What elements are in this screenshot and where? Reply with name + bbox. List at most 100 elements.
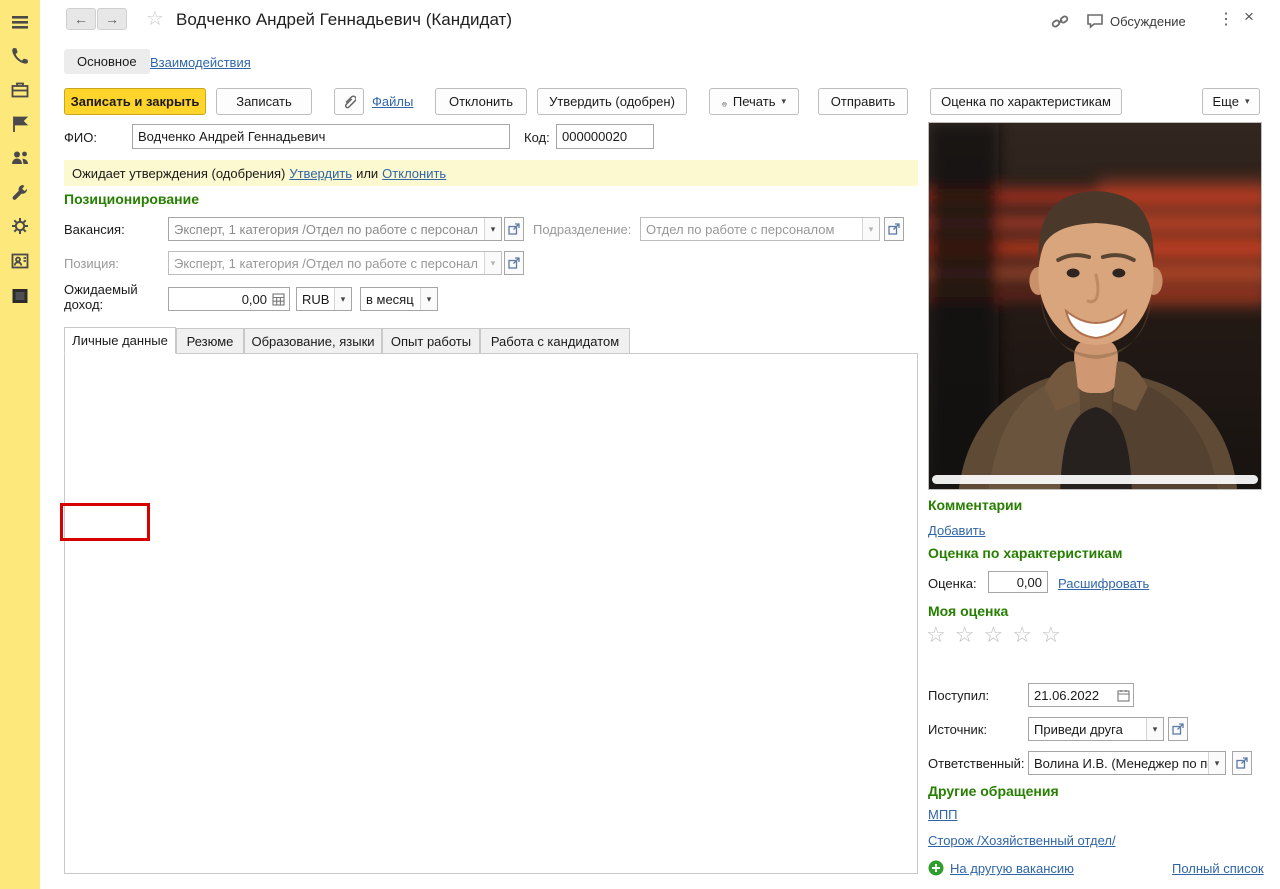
code-input[interactable] [556,124,654,149]
get-link-icon[interactable] [1050,12,1070,32]
tab-interactions[interactable]: Взаимодействия [150,55,251,70]
position-open-button[interactable] [504,251,524,275]
status-or-text: или [356,165,379,181]
reject-button[interactable]: Отклонить [435,88,527,115]
tab-work-with-candidate[interactable]: Работа с кандидатом [480,328,630,354]
period-value: в месяц [366,291,414,307]
position-dropdown-icon: ▾ [484,252,501,274]
source-open-button[interactable] [1168,717,1188,741]
menu-icon[interactable] [10,12,30,32]
approve-label: Утвердить (одобрен) [549,94,675,109]
vacancy-combo[interactable]: Эксперт, 1 категория /Отдел по работе с … [168,217,502,241]
my-rating-title: Моя оценка [928,603,1009,619]
close-icon[interactable]: × [1244,7,1254,27]
responsible-combo[interactable]: Волина И.В. (Менеджер по пер ▾ [1028,751,1226,775]
tab-main-label: Основное [77,54,137,69]
other-vacancy-link[interactable]: На другую вакансию [950,861,1074,876]
rating-star-icon[interactable]: ☆ [983,622,1012,647]
rating-stars: ☆☆☆☆☆ [926,622,1070,648]
save-button[interactable]: Записать [216,88,312,115]
rating-star-icon[interactable]: ☆ [1041,622,1070,647]
source-combo[interactable]: Приведи друга ▾ [1028,717,1164,741]
save-close-button[interactable]: Записать и закрыть [64,88,206,115]
source-label: Источник: [928,722,988,737]
status-reject-link[interactable]: Отклонить [382,166,446,181]
score-label: Оценка: [928,576,977,591]
back-arrow-icon: ← [74,11,88,27]
forward-button[interactable]: → [97,8,127,30]
tab-work-with-candidate-label: Работа с кандидатом [490,333,620,349]
department-dropdown-icon: ▾ [862,218,879,240]
kebab-menu-icon[interactable]: ⋮ [1218,9,1234,29]
reject-label: Отклонить [448,94,514,109]
rating-star-icon[interactable]: ☆ [926,622,955,647]
print-dropdown-icon: ▾ [781,96,786,106]
tab-main[interactable]: Основное [64,49,150,74]
wrench-icon[interactable] [10,182,30,202]
favorite-star-icon[interactable]: ☆ [146,6,164,31]
position-label: Позиция: [64,256,120,271]
other-requests-title: Другие обращения [928,783,1059,799]
add-plus-icon[interactable] [928,860,944,876]
add-comment-link[interactable]: Добавить [928,523,985,538]
tab-education-label: Образование, языки [251,333,375,349]
rating-star-icon[interactable]: ☆ [1012,622,1041,647]
files-link[interactable]: Файлы [372,94,413,109]
responsible-dropdown-icon: ▾ [1208,752,1225,774]
vacancy-value: Эксперт, 1 категория /Отдел по работе с … [174,221,478,237]
send-label: Отправить [830,94,896,109]
score-input[interactable] [988,571,1048,593]
tab-resume[interactable]: Резюме [176,328,244,354]
phone-icon[interactable] [10,46,30,66]
page-title: Водченко Андрей Геннадьевич (Кандидат) [176,10,512,29]
fio-input[interactable] [132,124,510,149]
source-dropdown-icon: ▾ [1146,718,1163,740]
personal-data-panel [64,353,918,874]
briefcase-icon[interactable] [10,80,30,100]
mpp-link[interactable]: МПП [928,807,958,822]
paperclip-icon [342,94,357,110]
more-button[interactable]: Еще ▾ [1202,88,1260,115]
responsible-value: Волина И.В. (Менеджер по пер [1034,755,1208,771]
rating-star-icon[interactable]: ☆ [955,622,984,647]
send-button[interactable]: Отправить [818,88,908,115]
display-icon[interactable] [10,286,30,306]
position-combo[interactable]: Эксперт, 1 категория /Отдел по работе с … [168,251,502,275]
status-approve-link[interactable]: Утвердить [289,166,352,181]
tab-experience[interactable]: Опыт работы [382,328,480,354]
currency-dropdown-icon: ▾ [334,288,351,310]
gear-icon[interactable] [10,216,30,236]
department-label: Подразделение: [533,222,632,237]
candidate-photo[interactable] [919,122,1277,490]
period-combo[interactable]: в месяц ▾ [360,287,438,311]
annotation-highlight [60,503,150,541]
code-label: Код: [524,130,550,145]
back-button[interactable]: ← [66,8,96,30]
vacancy-open-button[interactable] [504,217,524,241]
tab-personal-data[interactable]: Личные данные [64,327,176,354]
calculator-icon[interactable] [270,291,286,307]
approve-button[interactable]: Утвердить (одобрен) [537,88,687,115]
watchman-link[interactable]: Сторож /Хозяйственный отдел/ [928,833,1116,848]
evaluation-button[interactable]: Оценка по характеристикам [930,88,1122,115]
flag-icon[interactable] [10,114,30,134]
attach-button[interactable] [334,88,364,115]
currency-combo[interactable]: RUB ▾ [296,287,352,311]
comments-title: Комментарии [928,497,1023,513]
department-combo[interactable]: Отдел по работе с персоналом ▾ [640,217,880,241]
position-value: Эксперт, 1 категория /Отдел по работе с … [174,255,478,271]
calendar-icon[interactable] [1115,687,1131,703]
users-icon[interactable] [10,148,30,168]
responsible-open-button[interactable] [1232,751,1252,775]
forward-arrow-icon: → [105,11,119,27]
print-button[interactable]: Печать ▾ [709,88,799,115]
tab-personal-data-label: Личные данные [72,333,168,348]
contacts-icon[interactable] [10,251,30,271]
full-list-link[interactable]: Полный список [1172,861,1264,876]
tab-education[interactable]: Образование, языки [244,328,382,354]
discussion-button[interactable]: Обсуждение [1086,13,1186,29]
save-close-label: Записать и закрыть [70,94,200,109]
decrypt-link[interactable]: Расшифровать [1058,576,1149,591]
department-open-button[interactable] [884,217,904,241]
fio-label: ФИО: [64,130,97,145]
